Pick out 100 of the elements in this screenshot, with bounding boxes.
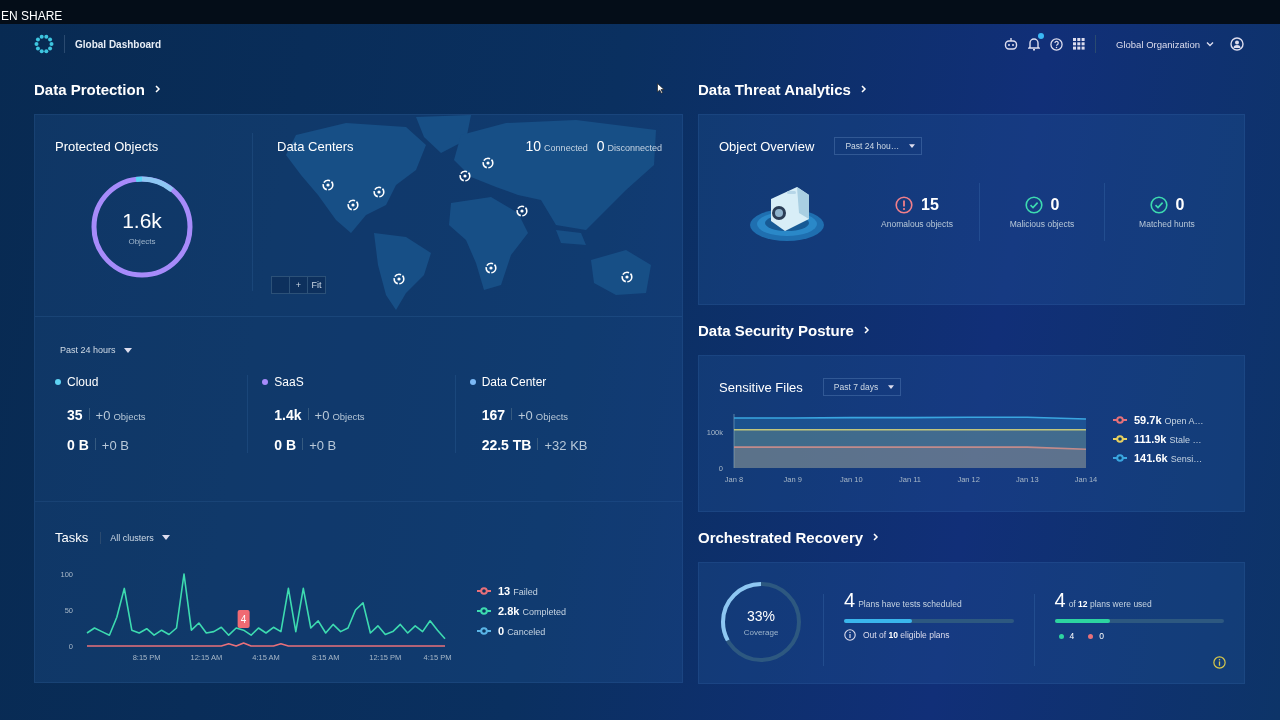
object-delta: +0	[314, 408, 330, 423]
period-dropdown[interactable]: Past 24 hours	[55, 345, 132, 355]
legend-value: 111.9k	[1134, 433, 1167, 445]
overlay-caption: EN SHARE	[1, 9, 63, 23]
logo-icon[interactable]	[34, 34, 54, 54]
chevron-right-icon	[860, 85, 867, 93]
info-icon[interactable]	[1213, 656, 1226, 669]
location-pin-icon[interactable]	[485, 262, 497, 274]
section-link[interactable]: Data Security Posture	[698, 305, 1245, 355]
stat-label: Malicious objects	[1009, 218, 1075, 229]
data-size: 0 B	[274, 437, 297, 453]
connected-label: Connected	[544, 143, 588, 153]
legend-label: Sensi…	[1170, 454, 1203, 464]
caret-icon	[123, 347, 132, 353]
period-dropdown[interactable]: Past 7 days	[822, 378, 902, 396]
location-pin-icon[interactable]	[347, 199, 359, 211]
stat-value: 0	[1050, 195, 1060, 214]
legend-label: Open A…	[1164, 416, 1204, 426]
location-pin-icon[interactable]	[373, 186, 385, 198]
connected-count: 10	[525, 138, 542, 154]
legend-value: 59.7k	[1134, 414, 1162, 426]
mouse-pointer-icon	[657, 83, 665, 94]
object-count: 1.4k	[274, 407, 302, 423]
legend-value: 13	[498, 585, 511, 597]
chevron-right-icon	[863, 326, 870, 334]
object-delta: +0	[518, 408, 533, 423]
help-icon[interactable]	[1050, 37, 1064, 51]
card-title: Protected Objects	[55, 139, 159, 154]
chevron-right-icon	[873, 533, 880, 541]
plan-count: 4	[844, 589, 856, 612]
object-unit: Objects	[113, 411, 146, 422]
alert-icon	[895, 195, 914, 214]
caret-icon	[1206, 41, 1214, 47]
legend-value: 141.6k	[1134, 452, 1168, 464]
bot-icon[interactable]	[1004, 37, 1019, 51]
stat-label: Anomalous objects	[881, 218, 953, 229]
cluster-dropdown[interactable]: All clusters	[105, 532, 170, 543]
location-pin-icon[interactable]	[482, 157, 494, 169]
plan-caption: Plans have tests scheduled	[858, 599, 962, 609]
plan-breakdown-count: 0	[1099, 631, 1104, 641]
location-pin-icon[interactable]	[516, 205, 528, 217]
coverage-value: 33%	[747, 607, 775, 624]
location-pin-icon[interactable]	[621, 271, 633, 283]
source-name: Data Center	[481, 375, 547, 389]
caret-icon	[888, 385, 895, 389]
location-pin-icon[interactable]	[459, 170, 471, 182]
stat-value: 15	[921, 195, 939, 214]
section-link[interactable]: Orchestrated Recovery	[698, 512, 1245, 562]
legend-label: Completed	[522, 607, 566, 617]
location-pin-icon[interactable]	[393, 273, 405, 285]
object-unit: Objects	[535, 411, 569, 422]
plan-count: 4	[1054, 589, 1066, 612]
section-link[interactable]: Data Protection	[34, 64, 683, 114]
failed-count-badge: 4	[237, 610, 250, 628]
plan-breakdown-count: 4	[1069, 631, 1075, 641]
location-pin-icon[interactable]	[322, 179, 334, 191]
map-control-button[interactable]: Fit	[307, 276, 326, 294]
object-count: 167	[481, 407, 505, 423]
section-link[interactable]: Data Threat Analytics	[698, 64, 1245, 114]
check-circle-icon	[1149, 195, 1168, 214]
stat-label: Matched hunts	[1139, 218, 1195, 229]
legend-label: Failed	[513, 587, 538, 597]
legend-value: 2.8k	[498, 605, 520, 617]
apps-grid-icon[interactable]	[1073, 38, 1086, 50]
coverage-label: Coverage	[743, 627, 779, 637]
total-unit: Objects	[128, 236, 156, 246]
source-name: Cloud	[67, 375, 99, 389]
total-value: 1.6k	[122, 208, 162, 233]
object-unit: Objects	[332, 411, 365, 422]
size-delta: +32 KB	[544, 438, 588, 453]
card-title: Object Overview	[719, 138, 815, 154]
object-count: 35	[67, 407, 83, 423]
legend-label: Stale …	[1169, 435, 1202, 445]
stat-value: 0	[1175, 195, 1185, 214]
size-delta: +0 B	[101, 438, 129, 453]
disconnected-label: Disconnected	[607, 143, 662, 153]
disconnected-count: 0	[596, 138, 605, 154]
check-circle-icon	[1024, 195, 1043, 214]
map-control-button[interactable]: +	[289, 276, 308, 294]
user-icon[interactable]	[1230, 37, 1244, 51]
period-dropdown[interactable]: Past 24 hou…	[834, 137, 923, 155]
plan-note: Out of 10 eligible plans	[863, 630, 950, 640]
bell-icon[interactable]	[1028, 37, 1041, 51]
organization-dropdown[interactable]: Global Organization	[1116, 38, 1214, 50]
size-delta: +0 B	[309, 438, 337, 453]
caret-icon	[909, 144, 916, 148]
card-title: Tasks	[55, 530, 89, 545]
legend-value: 0	[498, 625, 505, 637]
card-title: Sensitive Files	[719, 379, 803, 395]
plan-caption: of 12 plans were used	[1068, 599, 1152, 609]
card-title: Data Centers	[277, 139, 354, 154]
object-delta: +0	[95, 408, 111, 423]
info-icon[interactable]	[844, 629, 856, 641]
app-title: Global Dashboard	[75, 38, 162, 50]
chevron-right-icon	[154, 85, 161, 93]
legend-label: Canceled	[507, 627, 546, 637]
data-size: 0 B	[67, 437, 89, 453]
caret-icon	[161, 535, 170, 540]
source-name: SaaS	[274, 375, 304, 389]
data-size: 22.5 TB	[481, 437, 532, 453]
